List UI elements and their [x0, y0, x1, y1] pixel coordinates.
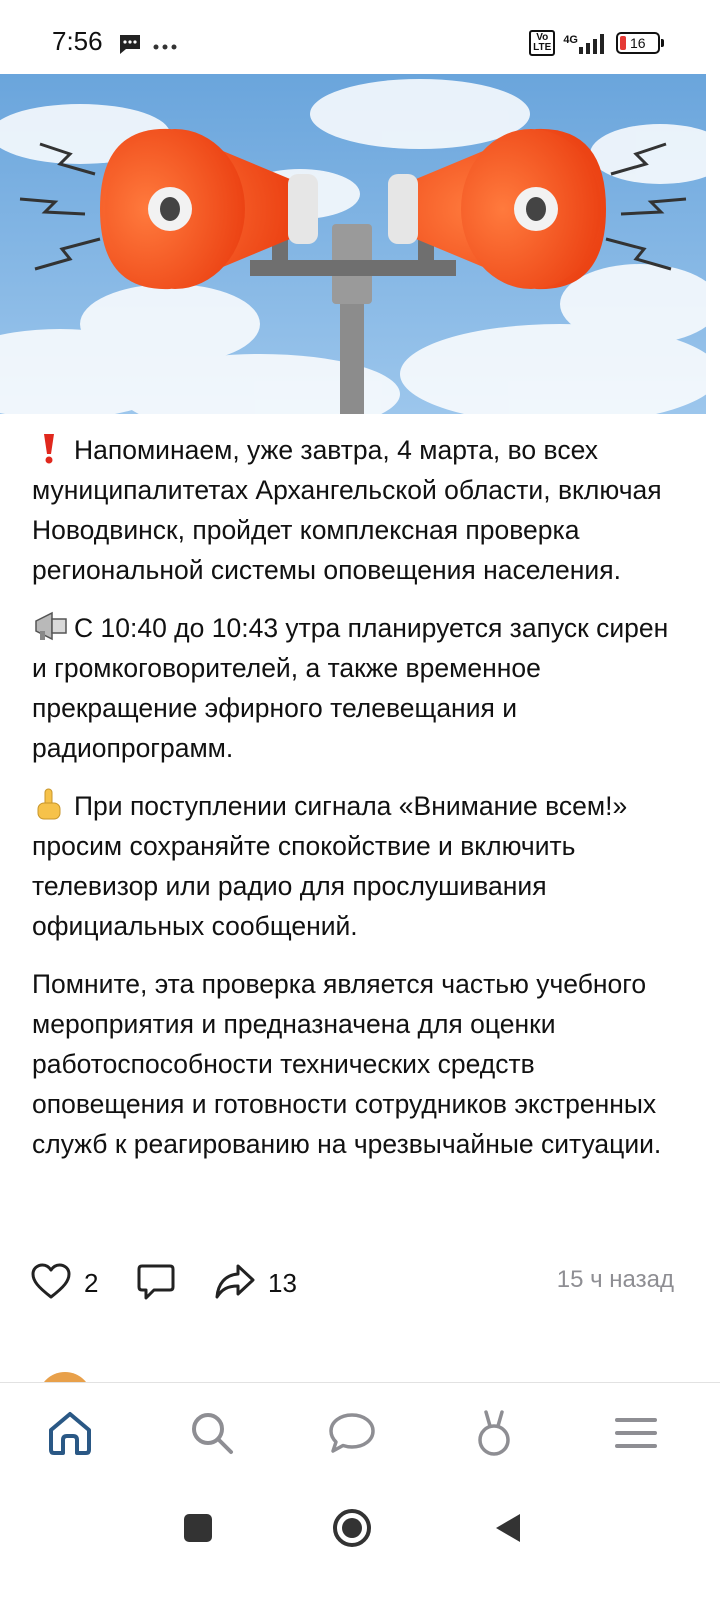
bottom-nav [0, 1382, 720, 1481]
like-button[interactable]: 2 [30, 1262, 98, 1305]
share-icon [214, 1262, 256, 1305]
next-post-preview[interactable] [0, 1340, 720, 1382]
post-text: Напоминаем, уже завтра, 4 марта, во всех… [32, 430, 682, 1182]
post-paragraph-1: Напоминаем, уже завтра, 4 марта, во всех… [32, 430, 682, 590]
comment-button[interactable] [136, 1262, 176, 1307]
post-actions: 2 13 15 ч назад [30, 1258, 680, 1310]
home-circle-icon[interactable] [326, 1502, 378, 1554]
post-paragraph-2: С 10:40 до 10:43 утра планируется запуск… [32, 608, 682, 768]
network-label: 4G [563, 34, 578, 46]
battery-icon: 16 [616, 32, 664, 54]
more-dots-icon [152, 38, 178, 56]
comment-icon [136, 1262, 176, 1307]
status-right-icons: Vo LTE 4G 16 [529, 30, 664, 56]
share-button[interactable]: 13 [214, 1262, 297, 1305]
avatar[interactable] [38, 1372, 92, 1382]
status-time: 7:56 [52, 26, 103, 56]
pointing-up-icon [32, 787, 66, 821]
clips-icon[interactable] [468, 1407, 520, 1459]
volte-icon: Vo LTE [529, 30, 556, 56]
exclamation-icon [32, 431, 66, 465]
status-left-icons [118, 33, 178, 60]
chat-notification-icon [118, 33, 142, 60]
like-count: 2 [84, 1268, 99, 1298]
status-bar: 7:56 Vo LTE 4G 16 [0, 0, 720, 74]
back-icon[interactable] [482, 1502, 534, 1554]
loudspeaker-icon [32, 609, 67, 643]
system-nav [0, 1480, 720, 1600]
share-count: 13 [268, 1268, 297, 1298]
battery-level: 16 [630, 35, 646, 51]
post-hero-image[interactable] [0, 74, 706, 414]
post-paragraph-4: Помните, эта проверка является частью уч… [32, 969, 662, 1159]
messages-icon[interactable] [326, 1407, 378, 1459]
post-timestamp: 15 ч назад [556, 1266, 674, 1293]
post-paragraph-3: При поступлении сигнала «Внимание всем!»… [32, 786, 682, 946]
home-icon[interactable] [44, 1407, 96, 1459]
4g-signal-icon: 4G [563, 32, 608, 54]
menu-icon[interactable] [610, 1407, 662, 1459]
search-icon[interactable] [186, 1407, 238, 1459]
recent-apps-icon[interactable] [172, 1502, 224, 1554]
heart-icon [30, 1262, 72, 1305]
